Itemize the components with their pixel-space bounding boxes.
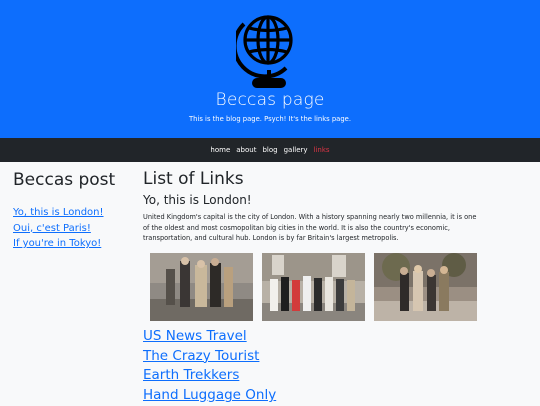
photo-row: [150, 253, 490, 321]
globe-icon: [236, 15, 293, 88]
link-crazy-tourist[interactable]: The Crazy Tourist: [143, 347, 276, 367]
sidebar-link-london[interactable]: Yo, this is London!: [13, 205, 133, 221]
link-list: US News Travel The Crazy Tourist Earth T…: [143, 327, 276, 406]
sidebar-link-paris[interactable]: Oui, c'est Paris!: [13, 221, 133, 237]
site-header: Beccas page This is the blog page. Psych…: [0, 0, 540, 138]
london-photo-3: [374, 253, 477, 321]
sidebar: Beccas post Yo, this is London! Oui, c'e…: [13, 170, 133, 252]
page-title: List of Links: [143, 169, 244, 189]
link-earth-trekkers[interactable]: Earth Trekkers: [143, 366, 276, 386]
link-us-news-travel[interactable]: US News Travel: [143, 327, 276, 347]
main-content: List of Links Yo, this is London! United…: [143, 169, 533, 403]
sidebar-title: Beccas post: [13, 170, 116, 190]
link-hand-luggage-only[interactable]: Hand Luggage Only: [143, 386, 276, 406]
nav-links: home about blog gallery links: [0, 138, 540, 162]
sidebar-link-tokyo[interactable]: If you're in Tokyo!: [13, 236, 133, 252]
post-subtitle: Yo, this is London!: [143, 193, 252, 207]
site-title: Beccas page: [215, 90, 325, 110]
site-tagline: This is the blog page. Psych! It's the l…: [189, 115, 351, 123]
nav-gallery[interactable]: gallery: [284, 146, 308, 154]
post-body: United Kingdom's capital is the city of …: [143, 213, 477, 242]
nav-links-active[interactable]: links: [314, 146, 330, 154]
london-photo-2: [262, 253, 365, 321]
nav-blog[interactable]: blog: [262, 146, 277, 154]
london-photo-1: [150, 253, 253, 321]
nav-about[interactable]: about: [236, 146, 256, 154]
navbar: home about blog gallery links: [0, 138, 540, 162]
nav-home[interactable]: home: [210, 146, 230, 154]
